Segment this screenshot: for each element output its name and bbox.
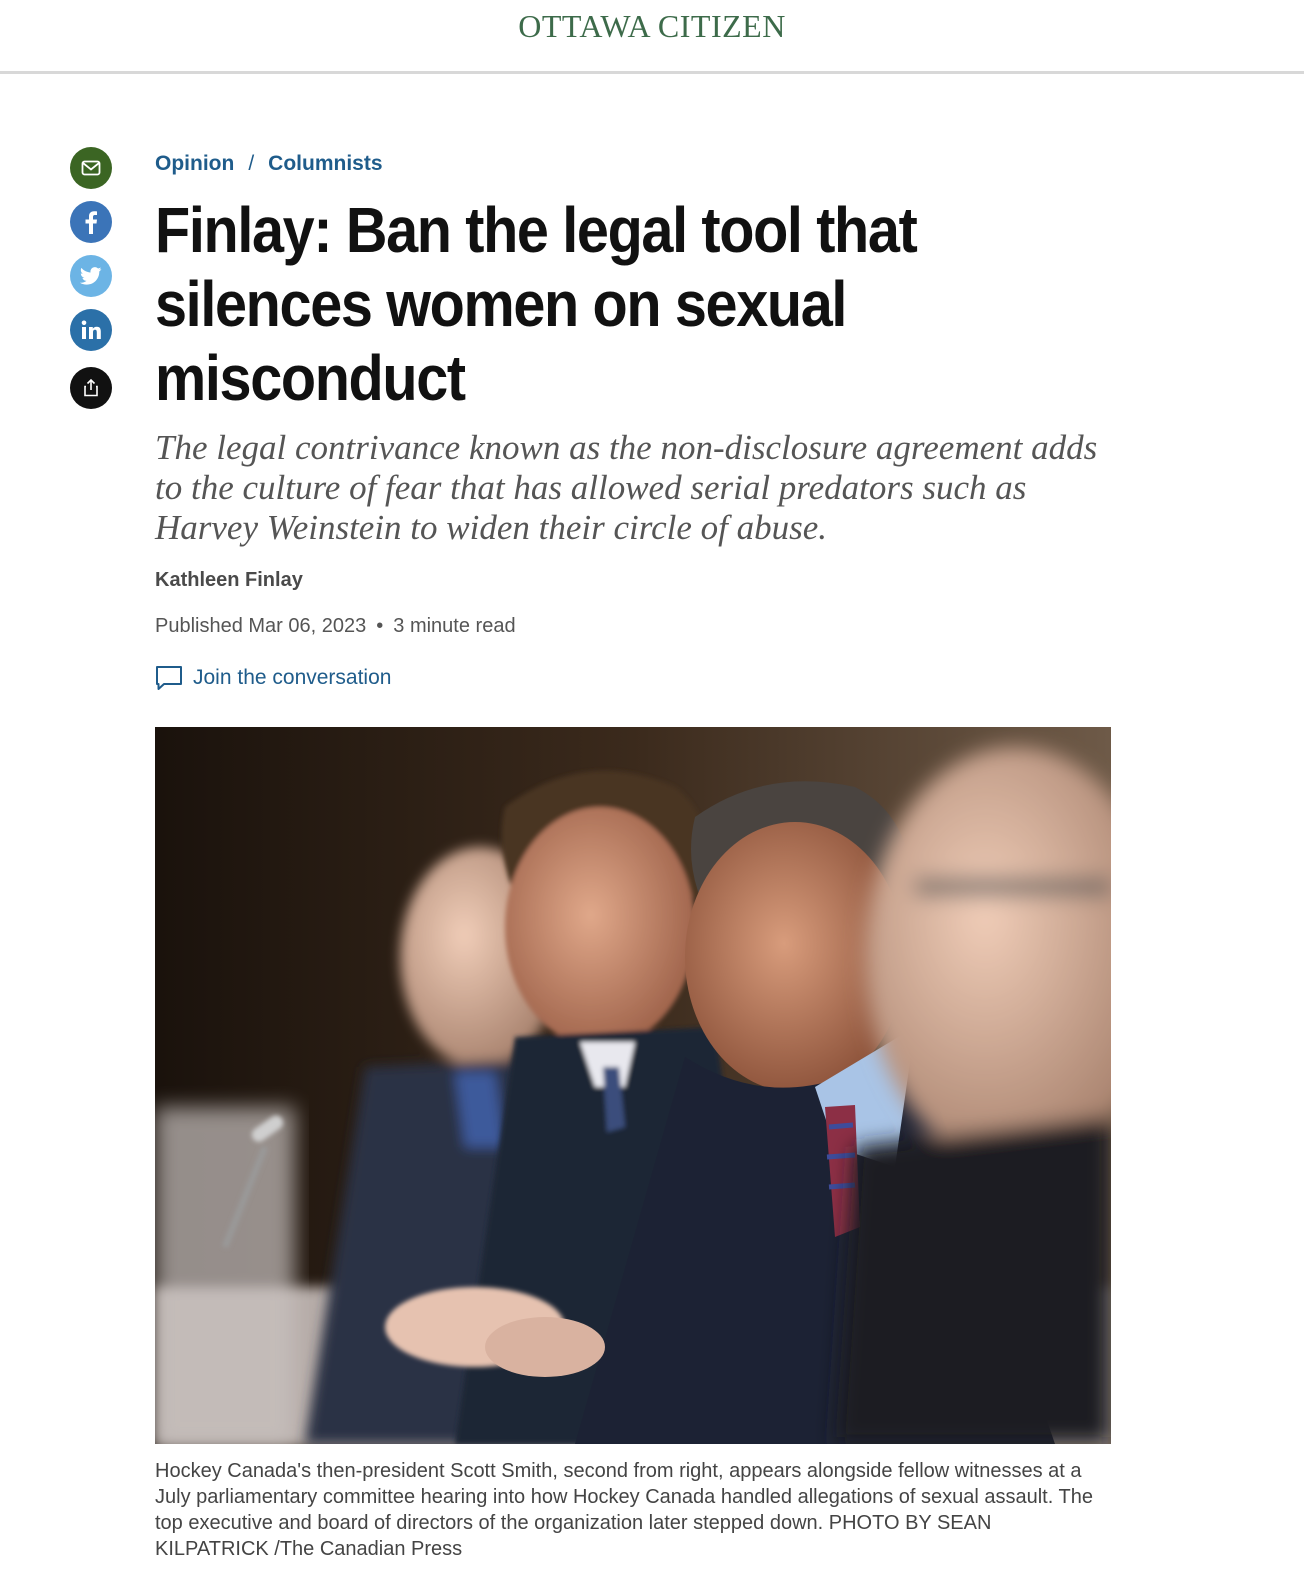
site-logo[interactable]: OTTAWA CITIZEN: [0, 8, 1304, 45]
twitter-share-button[interactable]: [70, 255, 112, 297]
comment-icon: [156, 666, 182, 690]
breadcrumb-separator: /: [248, 152, 255, 175]
publish-date: Published Mar 06, 2023: [155, 615, 367, 637]
facebook-icon: [85, 211, 97, 234]
mail-icon: [81, 160, 101, 176]
email-share-button[interactable]: [70, 147, 112, 189]
share-icon: [84, 379, 98, 397]
join-conversation-label: Join the conversation: [193, 666, 392, 689]
share-more-button[interactable]: [70, 367, 112, 409]
site-header: OTTAWA CITIZEN: [0, 0, 1304, 74]
article-headline: Finlay: Ban the legal tool that silences…: [155, 194, 918, 414]
join-conversation-link[interactable]: Join the conversation: [155, 665, 391, 691]
twitter-icon: [80, 267, 102, 285]
photo-caption: Hockey Canada's then-president Scott Smi…: [155, 1460, 1093, 1560]
breadcrumb-opinion[interactable]: Opinion: [155, 152, 234, 175]
linkedin-icon: [81, 320, 101, 339]
linkedin-share-button[interactable]: [70, 309, 112, 351]
meta-separator: •: [376, 615, 384, 637]
article-dek: The legal contrivance known as the non-d…: [155, 428, 1098, 547]
facebook-share-button[interactable]: [70, 201, 112, 243]
author-name[interactable]: Kathleen Finlay: [155, 569, 303, 592]
breadcrumb: Opinion / Columnists: [155, 152, 383, 176]
breadcrumb-columnists[interactable]: Columnists: [268, 152, 382, 175]
article-meta: Published Mar 06, 2023 • 3 minute read: [155, 615, 516, 638]
read-time: 3 minute read: [393, 615, 516, 637]
article-photo[interactable]: [155, 727, 1111, 1444]
hearing-photo-image: [155, 727, 1111, 1444]
